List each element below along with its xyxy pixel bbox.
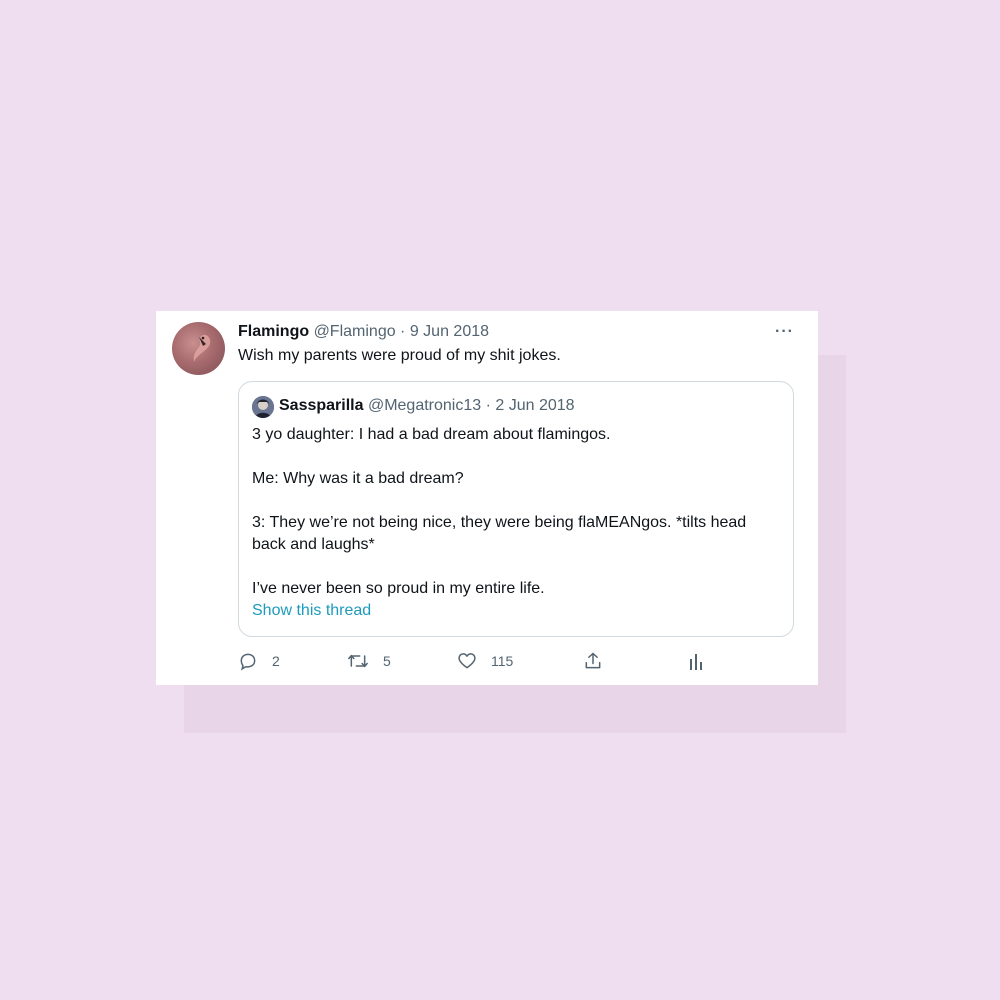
quoted-line: 3 yo daughter: I had a bad dream about f… xyxy=(252,426,611,443)
quoted-tweet-header: Sassparilla @Megatronic13 · 2 Jun 2018 xyxy=(279,397,575,415)
reply-icon xyxy=(238,651,258,671)
retweet-button[interactable]: 5 xyxy=(347,651,391,671)
author-handle-date: @Flamingo · 9 Jun 2018 xyxy=(313,323,490,340)
author-avatar[interactable] xyxy=(172,322,225,375)
quoted-line: Me: Why was it a bad dream? xyxy=(252,470,464,487)
analytics-icon xyxy=(688,651,704,671)
quoted-tweet-body: 3 yo daughter: I had a bad dream about f… xyxy=(252,424,772,600)
quoted-line: 3: They we’re not being nice, they were … xyxy=(252,514,747,553)
show-thread-link[interactable]: Show this thread xyxy=(252,602,371,620)
author-name[interactable]: Flamingo xyxy=(238,323,309,340)
like-button[interactable]: 115 xyxy=(457,651,513,671)
quoted-tweet[interactable]: Sassparilla @Megatronic13 · 2 Jun 2018 3… xyxy=(238,381,794,637)
more-options-icon[interactable]: ··· xyxy=(775,323,794,341)
analytics-button[interactable] xyxy=(688,651,704,671)
quoted-author-handle-date: @Megatronic13 · 2 Jun 2018 xyxy=(367,397,575,414)
tweet-text: Wish my parents were proud of my shit jo… xyxy=(238,347,561,364)
tweet-card: Flamingo @Flamingo · 9 Jun 2018 ··· Wish… xyxy=(156,311,818,685)
quoted-line: I’ve never been so proud in my entire li… xyxy=(252,580,545,597)
tweet-header: Flamingo @Flamingo · 9 Jun 2018 xyxy=(238,323,489,341)
quoted-author-avatar[interactable] xyxy=(252,396,274,418)
reply-count: 2 xyxy=(272,653,280,669)
reply-button[interactable]: 2 xyxy=(238,651,280,671)
retweet-count: 5 xyxy=(383,653,391,669)
retweet-icon xyxy=(347,651,369,671)
quoted-author-name[interactable]: Sassparilla xyxy=(279,397,364,414)
share-button[interactable] xyxy=(583,651,603,671)
heart-icon xyxy=(457,651,477,671)
like-count: 115 xyxy=(491,653,514,669)
tweet-actions: 2 5 115 xyxy=(238,651,718,675)
share-icon xyxy=(583,651,603,671)
